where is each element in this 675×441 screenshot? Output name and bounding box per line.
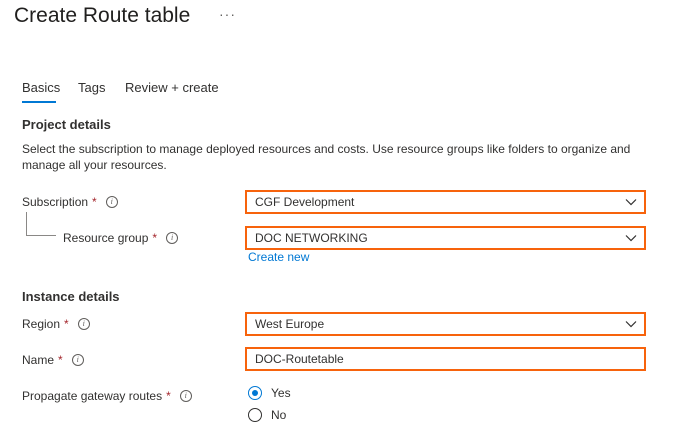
info-icon[interactable]: i — [166, 232, 179, 244]
info-icon[interactable]: i — [179, 390, 192, 402]
project-details-heading: Project details — [22, 117, 111, 132]
resource-group-select[interactable]: DOC NETWORKING — [245, 226, 646, 250]
name-value: DOC-Routetable — [255, 352, 344, 366]
region-label-text: Region — [22, 317, 61, 331]
info-icon[interactable]: i — [77, 318, 90, 330]
page-title: Create Route table — [14, 4, 191, 27]
resource-group-label: Resource group * i — [63, 231, 179, 245]
tree-connector-vertical — [26, 212, 27, 235]
radio-button-selected[interactable] — [248, 386, 262, 400]
region-select[interactable]: West Europe — [245, 312, 646, 336]
name-label-text: Name — [22, 353, 55, 367]
info-icon[interactable]: i — [105, 196, 118, 208]
subscription-value: CGF Development — [255, 195, 355, 209]
required-marker: * — [64, 317, 69, 331]
required-marker: * — [58, 353, 63, 367]
more-options-icon[interactable]: ··· — [219, 6, 236, 22]
subscription-select[interactable]: CGF Development — [245, 190, 646, 214]
chevron-down-icon — [625, 199, 637, 206]
info-icon[interactable]: i — [71, 354, 84, 366]
name-input[interactable]: DOC-Routetable — [245, 347, 646, 371]
instance-details-heading: Instance details — [22, 289, 120, 304]
chevron-down-icon — [625, 321, 637, 328]
propagate-gateway-routes-label: Propagate gateway routes * i — [22, 389, 192, 403]
radio-button-unselected[interactable] — [248, 408, 262, 422]
tab-review-create[interactable]: Review + create — [125, 80, 219, 95]
resource-group-value: DOC NETWORKING — [255, 231, 368, 245]
required-marker: * — [166, 389, 171, 403]
create-new-link[interactable]: Create new — [248, 250, 309, 264]
chevron-down-icon — [625, 235, 637, 242]
required-marker: * — [92, 195, 97, 209]
radio-yes[interactable]: Yes — [248, 386, 291, 400]
required-marker: * — [152, 231, 158, 245]
region-value: West Europe — [255, 317, 325, 331]
tab-tags[interactable]: Tags — [78, 80, 105, 95]
subscription-label-text: Subscription — [22, 195, 89, 209]
propagate-label-text: Propagate gateway routes — [22, 389, 163, 403]
region-label: Region * i — [22, 317, 90, 331]
radio-yes-label: Yes — [271, 386, 291, 400]
tree-connector-horizontal — [26, 235, 56, 236]
tab-active-indicator — [22, 101, 56, 103]
resource-group-label-text: Resource group — [63, 231, 149, 245]
radio-dot — [252, 390, 258, 396]
tab-basics[interactable]: Basics — [22, 80, 60, 95]
radio-no[interactable]: No — [248, 408, 286, 422]
project-details-description: Select the subscription to manage deploy… — [22, 142, 631, 172]
subscription-label: Subscription * i — [22, 195, 118, 209]
name-label: Name * i — [22, 353, 84, 367]
radio-no-label: No — [271, 408, 287, 422]
